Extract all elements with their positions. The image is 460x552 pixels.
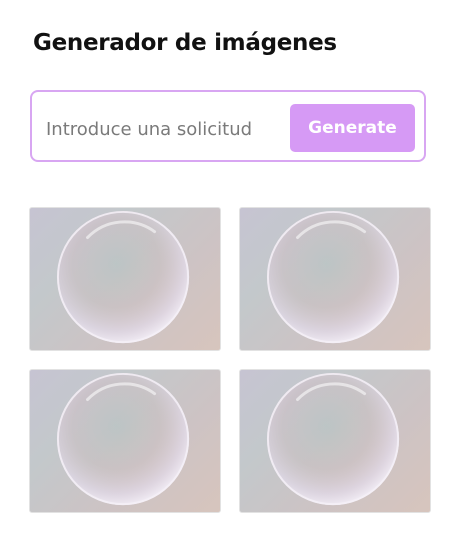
page-title: Generador de imágenes	[33, 30, 337, 56]
bubble-image	[266, 372, 400, 506]
generated-image[interactable]	[29, 369, 221, 513]
generated-image[interactable]	[29, 207, 221, 351]
prompt-bar: Generate	[30, 90, 426, 162]
bubble-image	[266, 210, 400, 344]
generated-image[interactable]	[239, 207, 431, 351]
generate-button[interactable]: Generate	[290, 104, 415, 152]
bubble-image	[56, 210, 190, 344]
bubble-image	[56, 372, 190, 506]
generated-image[interactable]	[239, 369, 431, 513]
prompt-input[interactable]	[46, 114, 284, 144]
